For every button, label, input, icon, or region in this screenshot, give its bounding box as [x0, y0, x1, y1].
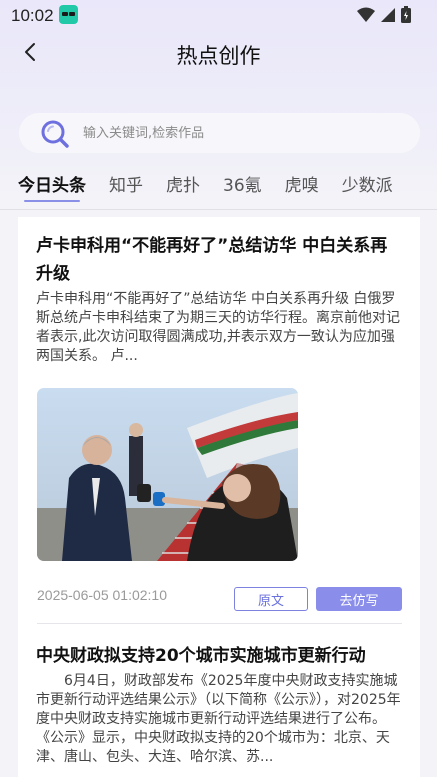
status-icons: [357, 6, 411, 23]
tab-36kr[interactable]: 36氪: [223, 171, 262, 199]
tabs-divider: [0, 209, 437, 210]
article-card[interactable]: 中央财政拟支持20个城市实施城市更新行动 6月4日，财政部发布《2025年度中央…: [36, 642, 407, 767]
wifi-icon: [357, 7, 375, 22]
article-title[interactable]: 中央财政拟支持20个城市实施城市更新行动: [36, 642, 402, 670]
page-title: 热点创作: [176, 44, 261, 68]
article-image[interactable]: [37, 388, 298, 561]
search-bar[interactable]: [19, 113, 420, 153]
status-time: 10:02: [11, 6, 54, 25]
search-input[interactable]: [83, 121, 403, 145]
tab-zhihu[interactable]: 知乎: [109, 171, 143, 199]
tab-hupu[interactable]: 虎扑: [166, 171, 200, 199]
card-divider: [37, 623, 402, 624]
app-notification-icon: [59, 5, 78, 24]
article-summary: 卢卡申科用“不能再好了”总结访华 中白关系再升级 白俄罗斯总统卢卡申科结束了为期…: [36, 291, 400, 364]
view-original-button[interactable]: 原文: [234, 587, 308, 611]
photo-illustration: [37, 388, 298, 561]
tab-huxiu[interactable]: 虎嗅: [285, 171, 319, 199]
article-timestamp: 2025-06-05 01:02:10: [37, 587, 167, 603]
imitate-button[interactable]: 去仿写: [316, 587, 402, 611]
cellular-icon: [381, 7, 395, 22]
article-title[interactable]: 卢卡申科用“不能再好了”总结访华 中白关系再升级: [36, 232, 402, 288]
article-card[interactable]: 卢卡申科用“不能再好了”总结访华 中白关系再升级 卢卡申科用“不能再好了”总结访…: [36, 232, 402, 366]
article-summary: 6月4日，财政部发布《2025年度中央财政支持实施城市更新行动评选结果公示》（以…: [36, 673, 407, 765]
search-icon: [41, 120, 69, 148]
status-bar: 10:02: [0, 0, 437, 30]
nav-bar: 热点创作: [0, 30, 437, 76]
battery-icon: [401, 6, 411, 23]
article-feed: 卢卡申科用“不能再好了”总结访华 中白关系再升级 卢卡申科用“不能再好了”总结访…: [18, 217, 420, 777]
tab-sspai[interactable]: 少数派: [342, 171, 393, 199]
tab-toutiao[interactable]: 今日头条: [18, 171, 86, 202]
category-tabs: 今日头条 知乎 虎扑 36氪 虎嗅 少数派: [18, 171, 437, 203]
